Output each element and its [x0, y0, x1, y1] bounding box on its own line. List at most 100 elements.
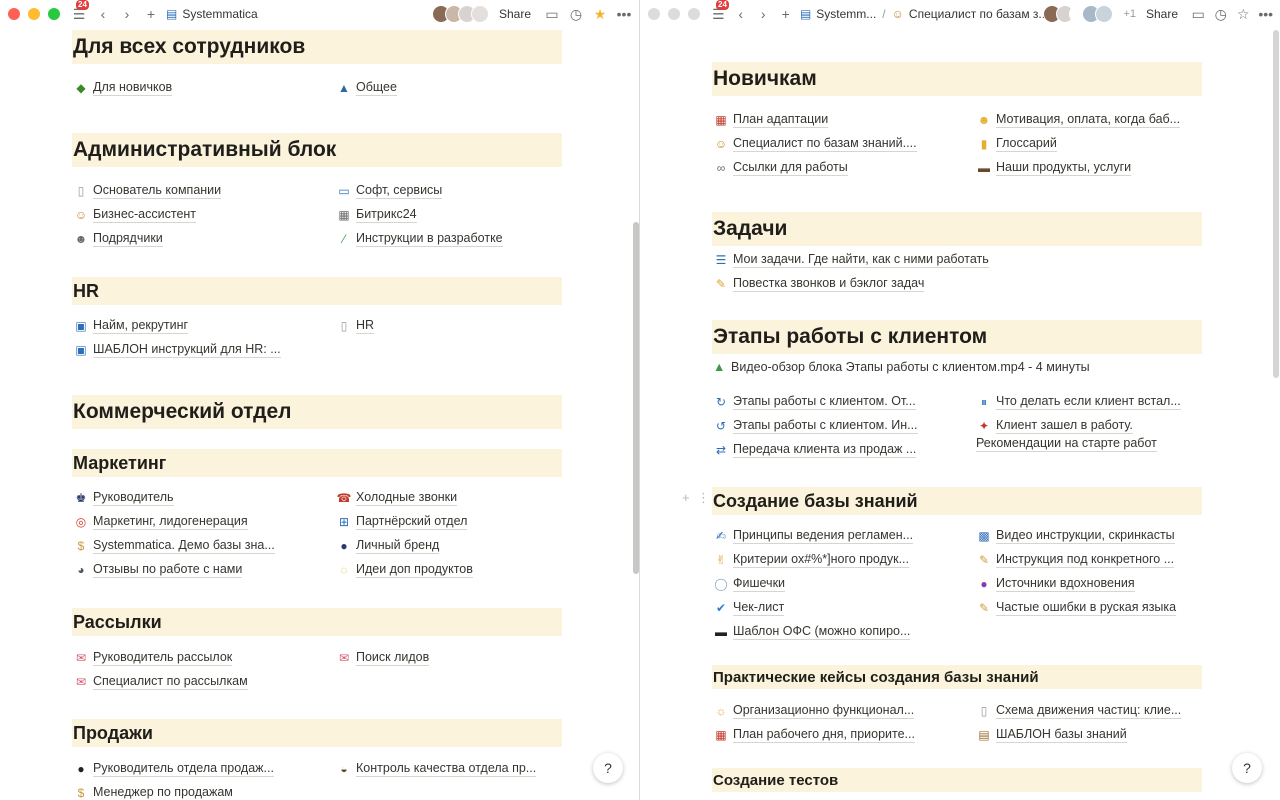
history-icon[interactable]: ◷: [1213, 5, 1229, 23]
link-hr-page[interactable]: ▯ HR: [336, 318, 375, 334]
new-page-icon[interactable]: +: [142, 5, 160, 23]
link-ofs-template[interactable]: ▬ Шаблон ОФС (можно копиро...: [713, 624, 911, 640]
breadcrumb[interactable]: ▤ Systemmatica: [166, 7, 258, 21]
link-products[interactable]: ▬ Наши продукты, услуги: [976, 160, 1132, 176]
link-handover[interactable]: ⇄ Передача клиента из продаж ...: [713, 442, 917, 458]
link-workday[interactable]: ▦ План рабочего дня, приорите...: [713, 727, 915, 743]
new-page-icon[interactable]: +: [777, 5, 793, 23]
love-letter-icon: ✉: [75, 651, 87, 665]
link-my-tasks[interactable]: ☰ Мои задачи. Где найти, как с ними работ…: [713, 252, 989, 268]
link-founder[interactable]: ▯ Основатель компании: [73, 183, 222, 199]
video-file-link[interactable]: ▲ Видео-обзор блока Этапы работы с клиент…: [713, 360, 1090, 374]
breadcrumb-root[interactable]: ▤ Systemm...: [800, 7, 876, 21]
collaborator-avatars[interactable]: [431, 5, 489, 23]
forward-icon[interactable]: ›: [755, 5, 771, 23]
link-mail-specialist[interactable]: ✉ Специалист по рассылкам: [73, 674, 248, 690]
section-stages: Этапы работы с клиентом: [712, 320, 1202, 354]
link-icon: ∞: [716, 161, 726, 175]
link-lead-search[interactable]: ✉ Поиск лидов: [336, 650, 430, 666]
link-instructions-dev[interactable]: ⁄ Инструкции в разработке: [336, 231, 503, 247]
share-button[interactable]: Share: [1146, 7, 1178, 21]
link-mistakes[interactable]: ✎ Частые ошибки в руская языка: [976, 600, 1177, 616]
link-stages-1[interactable]: ↻ Этапы работы с клиентом. От...: [713, 394, 916, 410]
maximize-window-button[interactable]: [48, 8, 60, 20]
drive-icon: ▲: [713, 360, 726, 374]
link-adaptation[interactable]: ▦ План адаптации: [713, 112, 829, 128]
link-principles[interactable]: ✍ Принципы ведения регламен...: [713, 528, 914, 544]
link-kb-specialist[interactable]: ☺ Специалист по базам знаний....: [713, 136, 917, 152]
menu-icon[interactable]: ☰ 24: [70, 0, 89, 23]
link-partners[interactable]: ⊞ Партнёрский отдел: [336, 514, 468, 530]
detective-icon: ◒: [340, 762, 348, 776]
right-page-content: Новичкам ▦ План адаптации ☻ Мотивация, опл…: [640, 28, 1280, 800]
right-scrollbar[interactable]: [1273, 30, 1279, 378]
link-brand[interactable]: ● Личный бренд: [336, 538, 440, 554]
close-window-button[interactable]: [8, 8, 20, 20]
link-tricks[interactable]: ◯ Фишечки: [713, 576, 786, 592]
link-soft[interactable]: ▭ Софт, сервисы: [336, 183, 443, 199]
collaborator-avatars[interactable]: [1043, 5, 1114, 23]
back-icon[interactable]: ‹: [94, 5, 112, 23]
link-hr-template[interactable]: ▣ ШАБЛОН инструкций для HR: ...: [73, 342, 281, 358]
link-sales-head[interactable]: ● Руководитель отдела продаж...: [73, 761, 274, 777]
link-biz-assistant[interactable]: ☺ Бизнес-ассистент: [73, 207, 197, 223]
comment-icon[interactable]: ▭: [543, 5, 561, 23]
link-hiring[interactable]: ▣ Найм, рекрутинг: [73, 318, 189, 334]
link-mail-head[interactable]: ✉ Руководитель рассылок: [73, 650, 233, 666]
maximize-window-button[interactable]: [688, 8, 700, 20]
link-marketing-leadgen[interactable]: ◎ Маркетинг, лидогенерация: [73, 514, 248, 530]
extra-collaborators-count[interactable]: +1: [1123, 8, 1136, 20]
forward-icon[interactable]: ›: [118, 5, 136, 23]
link-work-links[interactable]: ∞ Ссылки для работы: [713, 160, 848, 176]
page-icon: ▯: [77, 184, 85, 198]
link-client-started-line2[interactable]: Рекомендации на старте работ: [976, 436, 1157, 452]
history-icon[interactable]: ◷: [567, 5, 585, 23]
help-button[interactable]: ?: [593, 753, 623, 783]
link-inspiration[interactable]: ● Источники вдохновения: [976, 576, 1135, 592]
link-specific-instruction[interactable]: ✎ Инструкция под конкретного ...: [976, 552, 1175, 568]
link-demo[interactable]: $ Systemmatica. Демо базы зна...: [73, 538, 275, 554]
link-particles[interactable]: ▯ Схема движения частиц: клие...: [976, 703, 1182, 719]
favorite-icon[interactable]: ☆: [1235, 5, 1251, 23]
link-motivation[interactable]: ☻ Мотивация, оплата, когда баб...: [976, 112, 1181, 128]
link-checklist[interactable]: ✔ Чек-лист: [713, 600, 785, 616]
link-general[interactable]: ▲ Общее: [336, 80, 397, 96]
section-all-staff: Для всех сотрудников: [72, 30, 562, 64]
link-criteria[interactable]: ✌ Критерии ох#%*]ного продук...: [713, 552, 910, 568]
link-reviews[interactable]: ◕ Отзывы по работе с нами: [73, 562, 243, 578]
back-icon[interactable]: ‹: [732, 5, 748, 23]
link-cold-calls[interactable]: ☎ Холодные звонки: [336, 490, 458, 506]
link-contractors[interactable]: ☻ Подрядчики: [73, 231, 163, 247]
link-video-instructions[interactable]: ▩ Видео инструкции, скринкасты: [976, 528, 1175, 544]
link-org-functional[interactable]: ☼ Организационно функционал...: [713, 703, 915, 719]
link-stages-2[interactable]: ↺ Этапы работы с клиентом. Ин...: [713, 418, 918, 434]
crystal-ball-icon: ●: [980, 577, 988, 591]
link-bitrix[interactable]: ▦ Битрикс24: [336, 207, 417, 223]
favorite-icon[interactable]: ★: [591, 5, 609, 23]
more-icon[interactable]: •••: [1257, 5, 1273, 23]
link-glossary[interactable]: ▮ Глоссарий: [976, 136, 1057, 152]
minimize-window-button[interactable]: [668, 8, 680, 20]
link-agenda[interactable]: ✎ Повестка звонков и бэклог задач: [713, 276, 925, 292]
database-icon: ▤: [799, 7, 812, 21]
section-kb-creation: Создание базы знаний: [712, 487, 1202, 515]
help-button[interactable]: ?: [1232, 753, 1262, 783]
link-sales-qc[interactable]: ◒ Контроль качества отдела пр...: [336, 761, 537, 777]
left-scrollbar[interactable]: [633, 222, 639, 574]
link-newbies[interactable]: ◆ Для новичков: [73, 80, 173, 96]
more-icon[interactable]: •••: [615, 5, 633, 23]
link-kb-template[interactable]: ▤ ШАБЛОН базы знаний: [976, 727, 1127, 743]
menu-icon[interactable]: ☰ 24: [710, 0, 729, 23]
close-window-button[interactable]: [648, 8, 660, 20]
link-client-started[interactable]: ✦ Клиент зашел в работу.: [976, 418, 1133, 434]
link-stuck-client[interactable]: ⏸ Что делать если клиент встал...: [976, 394, 1181, 410]
comment-icon[interactable]: ▭: [1190, 5, 1206, 23]
link-sales-manager[interactable]: $ Менеджер по продажам: [73, 785, 233, 800]
breadcrumb-page[interactable]: ☺ Специалист по базам з...: [892, 7, 1049, 21]
minimize-window-button[interactable]: [28, 8, 40, 20]
add-block-icon[interactable]: +: [682, 490, 690, 505]
avatar: [470, 5, 489, 23]
share-button[interactable]: Share: [499, 7, 531, 21]
link-ideas[interactable]: ◌ Идеи доп продуктов: [336, 562, 473, 578]
link-head[interactable]: ♚ Руководитель: [73, 490, 174, 506]
